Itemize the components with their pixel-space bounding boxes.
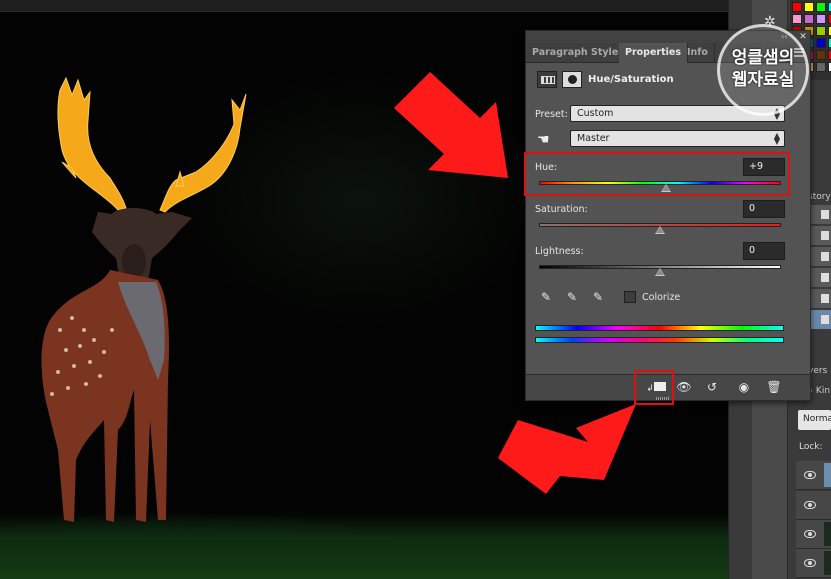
blend-mode-select[interactable]: Norma <box>798 410 831 430</box>
visibility-eye-icon[interactable] <box>804 471 816 479</box>
red-arrow-icon <box>498 404 636 494</box>
history-item[interactable] <box>808 268 831 288</box>
history-state-icon <box>821 273 829 282</box>
layer-row[interactable] <box>796 461 831 490</box>
history-item[interactable] <box>808 205 831 225</box>
swatch[interactable] <box>816 38 826 48</box>
layer-row[interactable] <box>796 549 831 578</box>
layer-row[interactable] <box>796 491 831 520</box>
channel-dropdown[interactable]: Master ▲ ▼ <box>570 130 785 147</box>
swatch[interactable] <box>816 2 826 12</box>
history-item[interactable] <box>808 247 831 267</box>
input-color-range-bar <box>535 325 784 331</box>
eyedropper-plus-icon[interactable]: ✎ <box>564 289 580 305</box>
document-tab-bar <box>0 0 728 12</box>
layer-row[interactable] <box>796 520 831 549</box>
red-arrow-icon <box>394 72 508 178</box>
layer-thumbnail <box>824 463 831 487</box>
deer-antlers <box>57 76 247 213</box>
visibility-eye-icon[interactable] <box>804 530 816 538</box>
watermark-line1: 엉클샘의 <box>731 48 795 68</box>
history-state-icon <box>821 315 829 324</box>
visibility-icon[interactable]: ◉ <box>734 379 754 396</box>
dropdown-arrows-icon: ▲ ▼ <box>773 131 780 146</box>
watermark-logo: 엉클샘의 웹자료실 <box>717 24 809 116</box>
swatch[interactable] <box>816 62 826 72</box>
reset-icon[interactable]: ↺ <box>702 379 722 396</box>
tab-paragraph-styles[interactable]: Paragraph Styles <box>526 43 631 63</box>
adjustment-layer-icon[interactable] <box>537 71 557 88</box>
visibility-eye-icon[interactable] <box>804 501 816 509</box>
adjustment-title: Hue/Saturation <box>588 74 674 85</box>
eyedropper-minus-icon[interactable]: ✎ <box>590 289 606 305</box>
history-item[interactable] <box>808 289 831 309</box>
channel-value: Master <box>577 133 610 144</box>
colorize-checkbox[interactable] <box>624 291 636 303</box>
watermark-line2: 웹자료실 <box>731 70 795 90</box>
lightness-slider-thumb[interactable] <box>655 268 665 276</box>
swatch[interactable] <box>816 14 826 24</box>
layer-thumbnail <box>824 522 831 546</box>
history-panel-title[interactable]: story <box>808 192 831 202</box>
swatch[interactable] <box>804 2 814 12</box>
swatch[interactable] <box>816 50 826 60</box>
history-state-icon <box>821 210 829 219</box>
history-state-icon <box>821 252 829 261</box>
eyedropper-icon[interactable]: ✎ <box>538 289 554 305</box>
history-item-selected[interactable] <box>808 310 831 330</box>
swatch[interactable] <box>792 14 802 24</box>
layer-thumbnail <box>824 551 831 575</box>
preset-value: Custom <box>577 108 614 119</box>
hue-highlight-box <box>524 152 790 196</box>
lock-label: Lock: <box>799 442 823 452</box>
layers-filter-label: Kin <box>815 386 831 396</box>
on-image-adjust-hand-icon[interactable]: ☚ <box>537 131 555 149</box>
lightness-value-field[interactable]: 0 <box>743 242 785 260</box>
saturation-slider-thumb[interactable] <box>655 226 665 234</box>
tab-info[interactable]: Info <box>681 43 715 63</box>
history-state-icon <box>821 231 829 240</box>
eye-preview-icon[interactable]: 👁 <box>674 379 694 396</box>
history-state-icon <box>821 294 829 303</box>
trash-icon[interactable]: 🗑 <box>764 379 784 396</box>
deer-body <box>41 208 192 522</box>
layers-filter-kind[interactable]: ⌕ Kin <box>808 386 830 396</box>
swatch[interactable] <box>816 26 826 36</box>
lightness-label: Lightness: <box>535 246 584 257</box>
visibility-eye-icon[interactable] <box>804 559 816 567</box>
swatch[interactable] <box>804 14 814 24</box>
preset-label: Preset: <box>535 109 568 120</box>
swatch[interactable] <box>792 2 802 12</box>
colorize-label: Colorize <box>642 292 681 303</box>
tab-properties[interactable]: Properties <box>619 43 688 63</box>
history-item[interactable] <box>808 226 831 246</box>
output-color-range-bar <box>535 337 784 343</box>
layer-mask-icon[interactable] <box>562 71 582 88</box>
saturation-label: Saturation: <box>535 204 588 215</box>
saturation-value-field[interactable]: 0 <box>743 200 785 218</box>
